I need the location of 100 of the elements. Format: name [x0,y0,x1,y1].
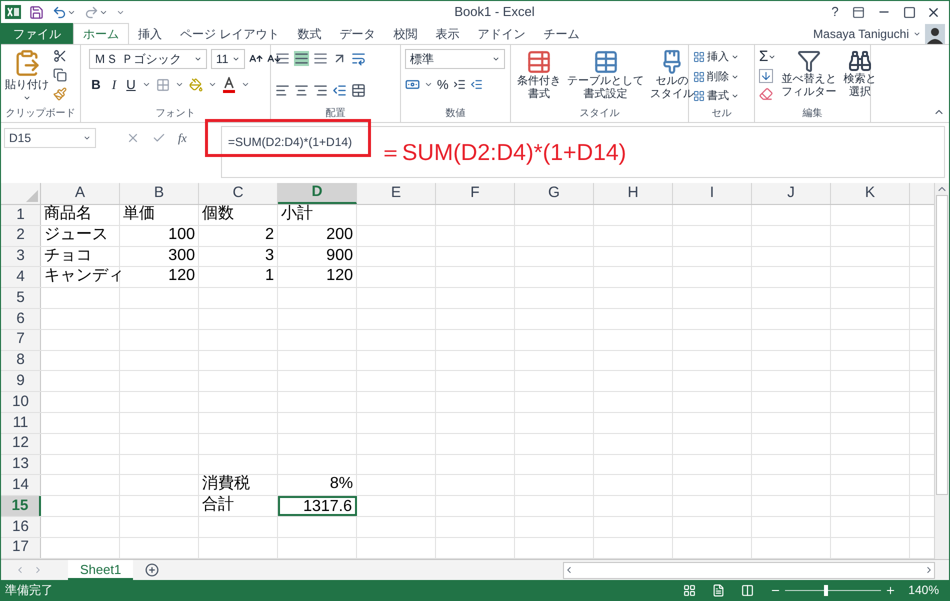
table-cell[interactable]: 1317.6 [278,496,357,516]
row-header[interactable]: 6 [1,308,41,329]
decrease-indent-icon[interactable] [332,83,347,98]
table-cell[interactable]: 1 [199,267,278,288]
font-color-icon[interactable] [222,76,236,93]
horizontal-scrollbar[interactable] [563,562,935,578]
table-cell[interactable]: 個数 [199,205,278,225]
ribbon-tab[interactable]: データ [330,23,384,44]
ribbon-tab[interactable]: ページ レイアウト [171,23,288,44]
table-cell[interactable]: 100 [120,226,199,246]
table-cell[interactable]: 消費税 [199,475,278,496]
middle-align-icon[interactable] [294,51,309,66]
column-header[interactable]: G [515,183,594,204]
column-header[interactable]: I [673,183,752,204]
insert-function-button[interactable]: fx [178,129,187,147]
file-tab[interactable]: ファイル [1,23,73,44]
row-header[interactable]: 1 [1,205,41,225]
number-format-field[interactable]: 標準 [405,49,505,69]
align-center-icon[interactable] [294,83,309,98]
app-logo-icon[interactable] [5,4,21,20]
format-painter-icon[interactable] [53,87,67,101]
zoom-slider-thumb[interactable] [824,584,828,596]
column-header[interactable]: F [436,183,515,204]
ribbon-tab[interactable]: 表示 [426,23,468,44]
ribbon-tab[interactable]: チーム [534,23,588,44]
row-header[interactable]: 11 [1,412,41,433]
column-header[interactable]: J [752,183,831,204]
table-cell[interactable]: 2 [199,226,278,246]
scrollbar-thumb[interactable] [936,195,948,495]
cell-command-button[interactable]: 書式 [693,88,739,104]
vertical-scrollbar[interactable] [934,183,949,559]
table-cell[interactable]: 200 [278,226,357,246]
merge-icon[interactable] [351,83,366,98]
maximize-icon[interactable] [903,6,916,18]
zoom-slider[interactable] [785,584,882,596]
font-name-field[interactable]: ＭＳ Ｐゴシック [89,49,207,69]
fill-icon[interactable] [759,69,773,83]
row-header[interactable]: 13 [1,454,41,474]
autosum-button[interactable]: Σ [759,49,776,65]
bottom-align-icon[interactable] [313,51,328,66]
column-header[interactable]: E [357,183,436,204]
table-cell[interactable]: 900 [278,246,357,266]
ribbon-tab[interactable]: 挿入 [129,23,171,44]
zoom-level[interactable]: 140% [908,581,939,599]
column-header[interactable]: B [120,183,199,204]
ribbon-button[interactable]: セルの スタイル [648,49,696,106]
page-break-icon[interactable] [741,584,754,596]
font-size-field[interactable]: 11 [211,49,245,69]
percent-button[interactable]: % [437,75,449,94]
sheet-tab[interactable]: Sheet1 [68,560,134,580]
table-cell[interactable]: チョコ [41,246,120,266]
zoom-in-icon[interactable] [885,584,896,596]
eraser-icon[interactable] [759,87,773,101]
normal-view-icon[interactable] [683,584,696,596]
table-cell[interactable]: 商品名 [41,205,120,225]
wrap-text-icon[interactable] [351,51,366,66]
avatar-icon[interactable] [925,24,945,44]
column-header[interactable]: A [41,183,120,204]
column-header[interactable]: K [831,183,910,204]
ribbon-tab[interactable]: 数式 [288,23,330,44]
row-header[interactable]: 5 [1,288,41,308]
table-cell[interactable]: 小計 [278,205,357,225]
ribbon-button[interactable]: 並べ替えと フィルター [779,49,838,106]
row-header[interactable]: 14 [1,475,41,496]
ribbon-button[interactable]: テーブルとして 書式設定 [565,49,646,106]
cut-icon[interactable] [53,49,67,63]
ribbon-display-icon[interactable] [852,6,865,18]
ribbon-button[interactable]: 条件付き 書式 [515,49,563,106]
table-cell[interactable]: ジュース [41,226,120,246]
row-header[interactable]: 10 [1,392,41,412]
row-header[interactable]: 8 [1,350,41,370]
copy-icon[interactable] [53,68,67,82]
italic-button[interactable]: I [108,75,120,94]
table-cell[interactable]: 単価 [120,205,199,225]
row-header[interactable]: 15 [1,496,41,516]
row-header[interactable]: 7 [1,330,41,350]
table-cell[interactable]: 300 [120,246,199,266]
save-icon[interactable] [29,4,44,20]
table-cell[interactable]: キャンディ [41,267,120,288]
bold-button[interactable]: B [89,75,103,94]
cell-command-button[interactable]: 挿入 [693,49,739,66]
borders-icon[interactable] [156,78,170,92]
table-cell[interactable]: 120 [120,267,199,288]
row-header[interactable]: 12 [1,434,41,454]
row-header[interactable]: 16 [1,516,41,537]
name-box[interactable]: D15 [4,128,96,148]
page-layout-icon[interactable] [712,584,726,596]
ribbon-button[interactable]: 検索と 選択 [841,49,878,106]
cell-command-button[interactable]: 削除 [693,68,739,85]
underline-button[interactable]: U [125,75,137,94]
row-header[interactable]: 17 [1,538,41,558]
align-right-icon[interactable] [313,83,328,98]
table-cell[interactable]: 合計 [199,496,278,516]
new-sheet-icon[interactable] [145,563,160,577]
align-left-icon[interactable] [275,83,290,98]
row-header[interactable]: 3 [1,246,41,266]
row-header[interactable]: 2 [1,226,41,246]
user-name[interactable]: Masaya Taniguchi [813,23,925,44]
ribbon-tab[interactable]: ホーム [73,23,129,44]
fill-color-icon[interactable] [189,78,203,92]
